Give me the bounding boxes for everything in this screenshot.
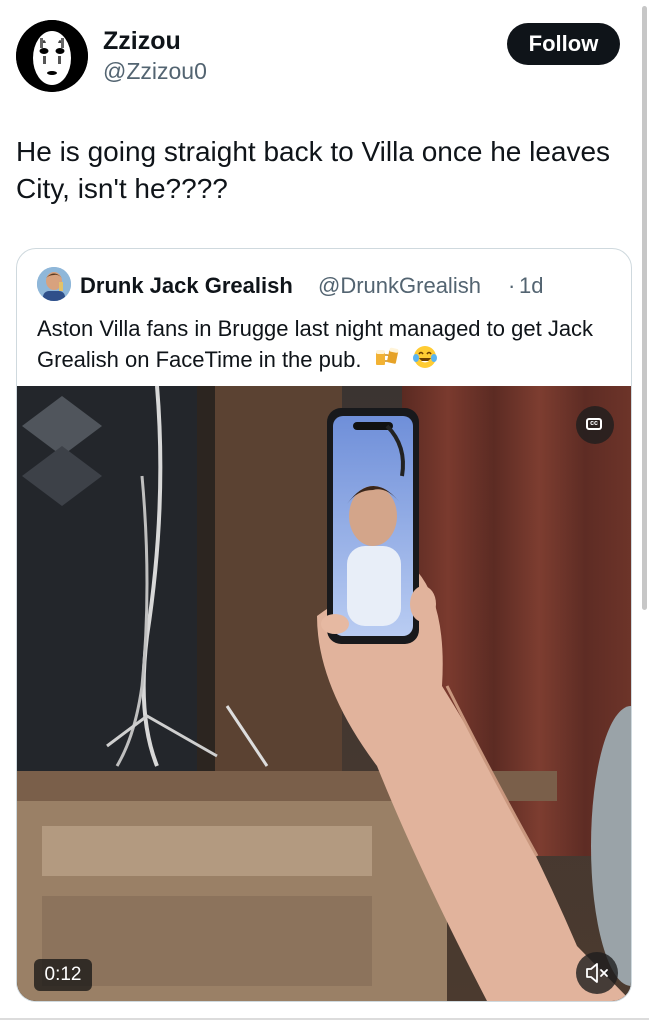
quoted-text-content: Aston Villa fans in Brugge last night ma…	[37, 316, 594, 372]
quoted-author-avatar[interactable]	[37, 267, 71, 301]
author-display-name[interactable]: Zzizou	[103, 27, 181, 56]
author-handle[interactable]: @Zzizou0	[103, 58, 207, 85]
quoted-display-name[interactable]: Drunk Jack Grealish	[80, 273, 293, 299]
no-face-mask-icon	[16, 20, 88, 92]
divider	[0, 1018, 649, 1020]
face-with-tears-of-joy-icon	[412, 344, 438, 378]
follow-button[interactable]: Follow	[507, 23, 620, 65]
video-frame	[17, 386, 631, 1001]
scrollbar[interactable]	[642, 6, 647, 610]
person-avatar-icon	[37, 267, 71, 301]
quoted-handle[interactable]: @DrunkGrealish	[318, 273, 481, 299]
quoted-tweet-card[interactable]: Drunk Jack Grealish @DrunkGrealish · 1d …	[16, 248, 632, 1002]
separator-dot: ·	[508, 273, 516, 298]
quoted-tweet-text: Aston Villa fans in Brugge last night ma…	[37, 314, 627, 378]
mute-button[interactable]	[576, 952, 618, 994]
video-timestamp: 0:12	[34, 959, 92, 991]
muted-speaker-icon	[586, 963, 608, 983]
quoted-timestamp[interactable]: 1d	[519, 273, 543, 299]
tweet-text: He is going straight back to Villa once …	[16, 136, 611, 204]
video-player[interactable]: cc 0:12	[17, 386, 631, 1001]
beer-mugs-icon	[374, 345, 400, 377]
cc-icon: cc	[586, 418, 602, 430]
captions-button[interactable]: cc	[576, 406, 614, 444]
author-avatar[interactable]	[16, 20, 88, 92]
